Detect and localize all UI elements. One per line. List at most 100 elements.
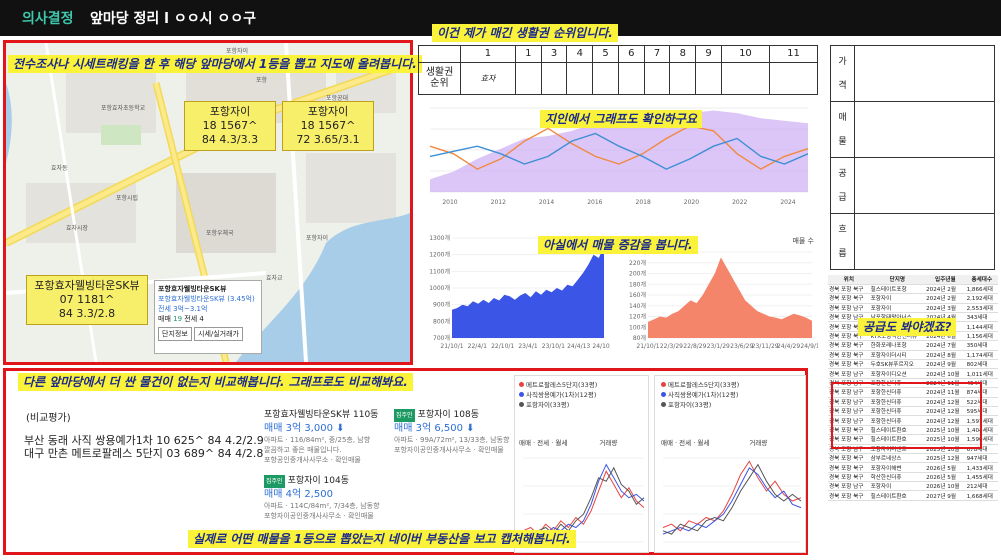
down-arrow-icon: ⬇ [462, 423, 475, 434]
owner-badge: 집주인 [394, 409, 415, 422]
price-history-button[interactable]: 시세/실거래가 [194, 327, 243, 341]
table-cell: 2024년 7월 [925, 340, 966, 351]
x-tick-label: 23/6/29 [730, 343, 753, 350]
compare-label: (비교평가) [26, 413, 71, 424]
table-cell: 포항자이해변 [869, 462, 926, 473]
table-cell: 경북 포항 북구 [828, 350, 870, 361]
complex-info-button[interactable]: 단지정보 [158, 327, 192, 341]
page-title: 앞마당 정리 l ㅇㅇ시 ㅇㅇ구 [90, 11, 256, 27]
annotation-map: 전수조사나 시세트래킹을 한 후 해당 앞마당에서 1등을 뽑고 지도에 올려봅… [8, 55, 422, 73]
table-cell: 학산한신더휴 [869, 472, 926, 483]
table-cell: 경북 포항 북구 [828, 359, 870, 370]
column-header[interactable]: 입주년월 [925, 275, 966, 285]
map-label: 포항자이 [306, 235, 329, 242]
annotation-ranking: 이건 제가 매긴 생활권 순위입니다. [432, 24, 618, 42]
x-tick-label: 21/10/1 [440, 343, 463, 350]
line-series [662, 460, 802, 532]
table-cell: 2027년 9월 [925, 490, 966, 501]
x-tick-label: 23/10/1 [542, 343, 565, 350]
table-cell: 1,668세대 [965, 490, 998, 501]
x-tick-label: 2024 [780, 199, 795, 206]
line-series [662, 463, 802, 535]
table-cell: 경북 포항 북구 [828, 284, 870, 295]
column-header[interactable]: 단지명 [869, 275, 926, 285]
table-cell: 1,156세대 [965, 331, 998, 342]
table-cell: 802세대 [965, 359, 998, 370]
listing-price: 매매 3억 3,000 ⬇ [264, 423, 345, 434]
chart-legend: 메트로팔레스5단지(33평) 사직쌍용예가(1차)(12평) 포항자이(33평) [661, 380, 739, 410]
y-tick-label: 180개 [629, 280, 646, 288]
table-cell: 350세대 [965, 340, 998, 351]
table-cell: 경북 포항 남구 [828, 481, 870, 492]
area-series [452, 246, 604, 338]
table-cell: 343세대 [965, 312, 998, 323]
area-series [648, 257, 812, 338]
y-tick-label: 220개 [629, 259, 646, 267]
x-tick-label: 2010 [442, 199, 457, 206]
column-header[interactable]: 총세대수 [965, 275, 998, 285]
table-cell: 2026년 10월 [925, 481, 966, 492]
annotation-naver: 실제로 어떤 매물을 1등으로 뽑았는지 네이버 부동산을 보고 캡처해봅니다. [188, 530, 576, 548]
table-cell: 1,144세대 [965, 321, 998, 332]
brand-label: 의사결정 [22, 11, 74, 27]
grid-row-label: 생활권 순위 [418, 61, 461, 96]
y-tick-label: 700개 [433, 334, 450, 342]
column-header[interactable]: 위치 [828, 275, 870, 285]
table-cell: 힐스테이트환호 [869, 490, 926, 501]
table-cell: 경북 포항 남구 [828, 368, 870, 379]
table-cell: 2024년 9월 [925, 359, 966, 370]
table-cell: 2026년 5월 [925, 472, 966, 483]
table-cell: 1,174세대 [965, 350, 998, 361]
table-cell: 947세대 [965, 453, 998, 464]
evaluation-table: 가격 매물 공급 흐름 [830, 45, 995, 270]
map-complex-box[interactable]: 포항자이 18 1567^ 72 3.65/3.1 [282, 101, 374, 151]
chart-legend: 매물 수 [792, 237, 814, 245]
table-row: 경북 포항 북구 삼부르네상스 2025년 12월 947세대 [828, 453, 998, 464]
y-tick-label: 1200개 [429, 251, 450, 259]
table-row: 경북 포항 북구 포항자이해변 2026년 5월 1,433세대 [828, 462, 998, 473]
map-complex-box[interactable]: 포항효자웰빙타운SK뷰 07 1181^ 84 3.3/2.8 [26, 275, 148, 325]
x-tick-label: 22/3/29 [660, 343, 683, 350]
y-tick-label: 160개 [629, 291, 646, 299]
listing-card[interactable]: 집주인 포항자이 104동 매매 4억 2,500 아파트 · 114C/84m²… [264, 475, 404, 521]
listing-card[interactable]: 집주인 포항자이 108동 매매 3억 6,500 ⬇ 아파트 · 99A/72m… [394, 409, 512, 455]
card-link[interactable]: 포항효자웰빙타운SK뷰 (3.45억) [158, 294, 258, 304]
table-cell: 경북 포항 북구 [828, 462, 870, 473]
listing-price: 매매 3억 6,500 ⬇ [394, 423, 475, 434]
annotation-supply: 공급도 봐야겠죠? [858, 318, 957, 336]
table-cell: 2024년 10월 [925, 368, 966, 379]
card-stats: 매매 19 전세 4 [158, 315, 204, 323]
table-cell: 한화포레나포항 [869, 340, 926, 351]
y-tick-label: 1100개 [429, 267, 450, 275]
x-tick-label: 22/10/1 [491, 343, 514, 350]
x-tick-label: 2016 [587, 199, 602, 206]
table-cell: 2,192세대 [965, 293, 998, 304]
compare-chart-2: 메트로팔레스5단지(33평) 사직쌍용예가(1차)(12평) 포항자이(33평)… [654, 375, 806, 553]
listing-price: 매매 4억 2,500 [264, 489, 333, 500]
table-cell: 포항자이디오션 [869, 368, 926, 379]
table-cell: 2026년 5월 [925, 462, 966, 473]
table-cell: 1,433세대 [965, 462, 998, 473]
table-cell: 2024년 3월 [925, 303, 966, 314]
x-tick-label: 2012 [491, 199, 506, 206]
table-cell: 2024년 2월 [925, 293, 966, 304]
table-cell: 2,553세대 [965, 303, 998, 314]
table-cell: 2024년 2월 [925, 284, 966, 295]
annotation-compare: 다른 앞마당에서 더 싼 물건이 없는지 비교해봅니다. 그래프로도 비교해봐요… [18, 373, 413, 391]
compare-chart-2-svg [662, 457, 802, 543]
listing-card[interactable]: 포항효자웰빙타운SK뷰 110동 매매 3억 3,000 ⬇ 아파트 · 116… [264, 409, 396, 465]
x-tick-label: 24/10/1 [592, 343, 610, 350]
table-cell: 212세대 [965, 481, 998, 492]
y-tick-label: 140개 [629, 302, 646, 310]
map-complex-box[interactable]: 포항자이 18 1567^ 84 4.3/3.3 [184, 101, 276, 151]
eval-label: 흐름 [830, 213, 855, 270]
y-tick-label: 80개 [633, 334, 646, 342]
table-cell: 경북 포항 북구 [828, 453, 870, 464]
x-tick-label: 22/4/1 [468, 343, 487, 350]
ranking-grid: 1 1 3 4 5 6 7 8 9 10 11 생활권 순위 효자 [418, 45, 819, 96]
y-tick-label: 900개 [433, 301, 450, 309]
toggle-row[interactable]: 매매 · 전세 · 월세 거래량 [661, 438, 767, 448]
toggle-row[interactable]: 매매 · 전세 · 월세 거래량 [519, 438, 617, 448]
table-cell: 경북 포항 북구 [828, 472, 870, 483]
table-cell: 경북 포항 남구 [828, 303, 870, 314]
